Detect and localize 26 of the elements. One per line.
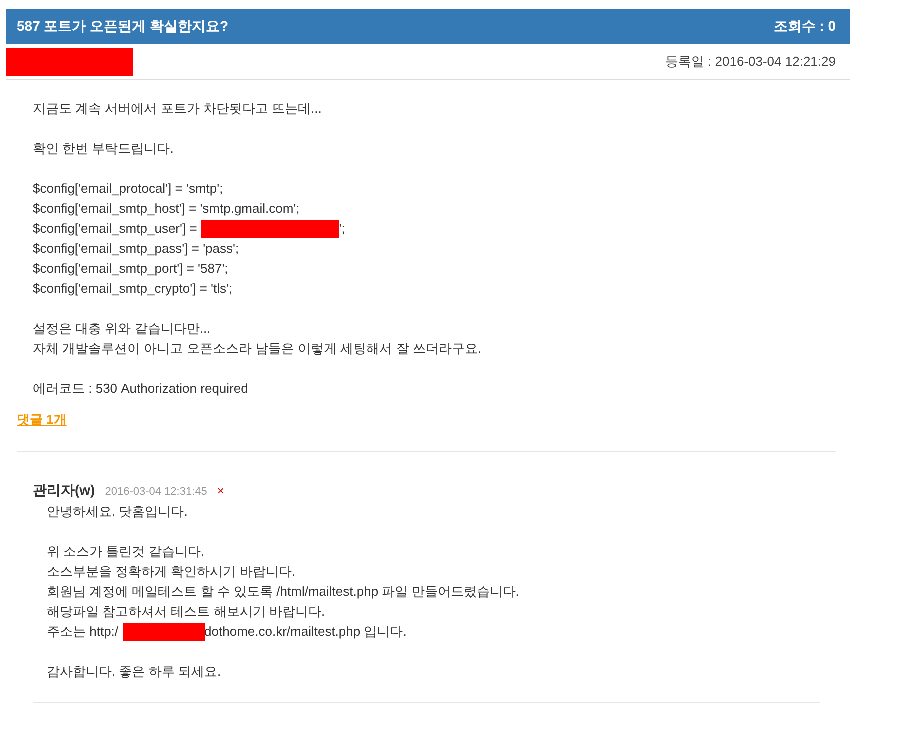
- text-line: 주소는 http:/: [47, 623, 119, 641]
- text-line: $config['email_smtp_host'] = 'smtp.gmail.com';: [33, 200, 301, 218]
- post-title: 587 포트가 오픈된게 확실한지요?: [17, 18, 229, 36]
- text-line: ';: [339, 220, 346, 238]
- text-line: 설정은 대충 위와 같습니다만...: [33, 320, 212, 338]
- comment-author: 관리자(w): [33, 482, 96, 500]
- text-line: $config['email_smtp_pass'] = 'pass';: [33, 240, 240, 258]
- text-line: $config['email_smtp_crypto'] = 'tls';: [33, 280, 234, 298]
- post-date: 등록일 : 2016-03-04 12:21:29: [665, 52, 836, 70]
- text-line: 안녕하세요. 닷홈입니다.: [47, 503, 189, 521]
- text-line: 감사합니다. 좋은 하루 되세요.: [47, 663, 222, 681]
- text-line: 지금도 계속 서버에서 포트가 차단됫다고 뜨는데...: [33, 100, 323, 118]
- text-line: $config['email_smtp_port'] = '587';: [33, 260, 230, 278]
- text-line: 확인 한번 부탁드립니다.: [33, 140, 175, 158]
- text-line: 위 소스가 틀린것 같습니다.: [47, 543, 206, 561]
- text-line: 해당파일 참고하셔서 테스트 해보시기 바랍니다.: [47, 603, 326, 621]
- text-line: $config['email_protocal'] = 'smtp';: [33, 180, 224, 198]
- delete-button[interactable]: ×: [217, 484, 224, 498]
- comment-date: 2016-03-04 12:31:45: [105, 486, 208, 498]
- text-line: $config['email_smtp_user'] =: [33, 220, 198, 238]
- text-line: dothome.co.kr/mailtest.php 입니다.: [204, 623, 407, 641]
- text-line: 자체 개발솔루션이 아니고 오픈소스라 남들은 이렇게 세팅해서 잘 쓰더라구요.: [33, 340, 483, 358]
- text-line: 에러코드 : 530 Authorization required: [33, 380, 250, 398]
- text-line: 회원님 계정에 메일테스트 할 수 있도록 /html/mailtest.php 파일 만들어드렸습니다.: [47, 583, 520, 601]
- view-count: 조회수 : 0: [774, 18, 836, 36]
- text-line: 소스부분을 정확하게 확인하시기 바랍니다.: [47, 563, 296, 581]
